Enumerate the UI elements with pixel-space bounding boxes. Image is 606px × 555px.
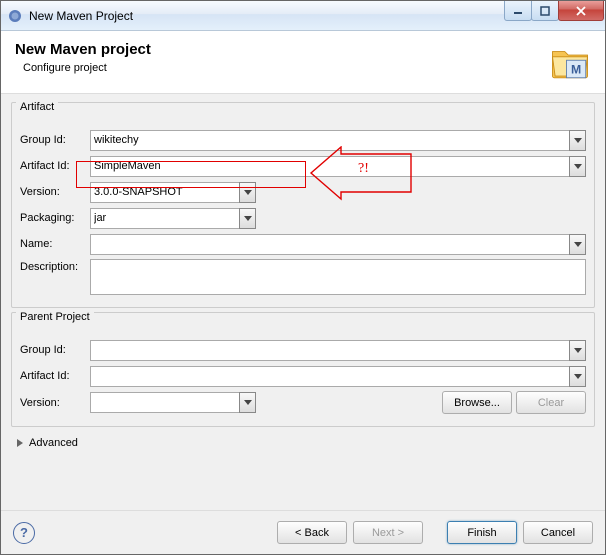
wizard-footer: ? < Back Next > Finish Cancel (1, 510, 605, 554)
group-id-dropdown-button[interactable] (569, 130, 586, 151)
group-id-combo[interactable] (90, 130, 586, 151)
svg-text:M: M (571, 62, 581, 76)
packaging-combo[interactable] (90, 208, 256, 229)
name-dropdown-button[interactable] (569, 234, 586, 255)
back-button[interactable]: < Back (277, 521, 347, 544)
parent-version-dropdown-button[interactable] (239, 392, 256, 413)
wizard-header: New Maven project Configure project M (1, 31, 605, 94)
parent-version-input[interactable] (90, 392, 239, 413)
description-textarea[interactable] (90, 259, 586, 295)
version-dropdown-button[interactable] (239, 182, 256, 203)
name-label: Name: (20, 238, 90, 250)
close-button[interactable] (558, 1, 604, 21)
parent-group-id-combo[interactable] (90, 340, 586, 361)
packaging-label: Packaging: (20, 212, 90, 224)
version-combo[interactable] (90, 182, 256, 203)
artifact-group: Artifact Group Id: Artifact Id: Version: (11, 102, 595, 308)
group-id-label: Group Id: (20, 134, 90, 146)
parent-group-id-label: Group Id: (20, 344, 90, 356)
advanced-toggle[interactable]: Advanced (11, 431, 595, 455)
artifact-id-dropdown-button[interactable] (569, 156, 586, 177)
app-icon (7, 8, 23, 24)
packaging-input[interactable] (90, 208, 239, 229)
name-input[interactable] (90, 234, 569, 255)
finish-button[interactable]: Finish (447, 521, 517, 544)
maximize-button[interactable] (531, 1, 559, 21)
parent-artifact-id-label: Artifact Id: (20, 370, 90, 382)
wizard-body: Wikitechy .com Artifact Group Id: Artifa… (1, 94, 605, 510)
window-frame: New Maven Project New Maven project Conf… (0, 0, 606, 555)
page-subtitle: Configure project (23, 62, 151, 74)
group-id-input[interactable] (90, 130, 569, 151)
artifact-id-combo[interactable] (90, 156, 586, 177)
cancel-button[interactable]: Cancel (523, 521, 593, 544)
artifact-id-input[interactable] (90, 156, 569, 177)
help-icon[interactable]: ? (13, 522, 35, 544)
window-title: New Maven Project (29, 9, 505, 23)
maven-folder-icon: M (549, 41, 591, 83)
parent-version-label: Version: (20, 397, 90, 409)
parent-version-combo[interactable] (90, 392, 256, 413)
clear-button[interactable]: Clear (516, 391, 586, 414)
minimize-button[interactable] (504, 1, 532, 21)
parent-artifact-id-dropdown-button[interactable] (569, 366, 586, 387)
parent-artifact-id-combo[interactable] (90, 366, 586, 387)
page-title: New Maven project (15, 41, 151, 58)
version-label: Version: (20, 186, 90, 198)
next-button[interactable]: Next > (353, 521, 423, 544)
browse-button[interactable]: Browse... (442, 391, 512, 414)
version-input[interactable] (90, 182, 239, 203)
parent-group-id-dropdown-button[interactable] (569, 340, 586, 361)
parent-project-group: Parent Project Group Id: Artifact Id: Ve… (11, 312, 595, 427)
parent-group-title: Parent Project (16, 311, 94, 323)
description-label: Description: (20, 259, 90, 273)
artifact-group-title: Artifact (16, 101, 58, 113)
name-combo[interactable] (90, 234, 586, 255)
artifact-id-label: Artifact Id: (20, 160, 90, 172)
packaging-dropdown-button[interactable] (239, 208, 256, 229)
advanced-label: Advanced (29, 437, 78, 449)
title-bar[interactable]: New Maven Project (1, 1, 605, 31)
parent-group-id-input[interactable] (90, 340, 569, 361)
parent-artifact-id-input[interactable] (90, 366, 569, 387)
